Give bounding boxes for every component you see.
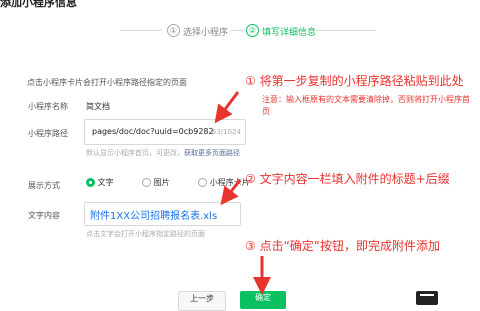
arrow-to-text-input [220, 179, 242, 206]
arrow-to-path-input [214, 91, 240, 124]
annotation-arrows [214, 91, 271, 295]
